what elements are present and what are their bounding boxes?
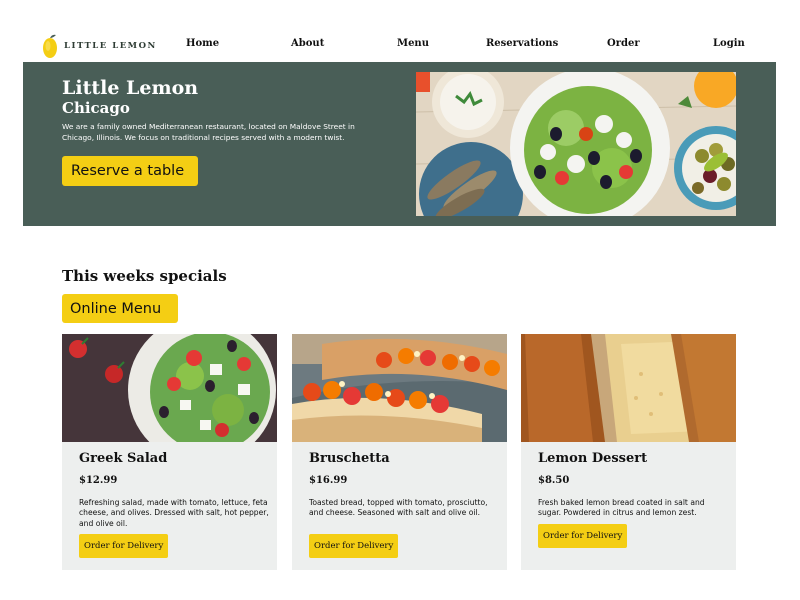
card-price: $12.99 (79, 475, 118, 486)
logo[interactable]: LITTLE LEMON (42, 33, 157, 59)
greek-salad-image (62, 334, 277, 442)
card-description: Toasted bread, topped with tomato, prosc… (309, 498, 488, 518)
hero-subtitle: Chicago (62, 99, 130, 117)
hero-description: We are a family owned Mediterranean rest… (62, 122, 355, 142)
online-menu-button[interactable]: Online Menu (62, 294, 178, 323)
logo-text: LITTLE LEMON (64, 41, 157, 51)
nav-order[interactable]: Order (607, 38, 640, 49)
order-for-delivery-button[interactable]: Order for Delivery (538, 524, 628, 548)
card-description: Refreshing salad, made with tomato, lett… (79, 498, 269, 528)
lemon-logo-icon (43, 34, 57, 58)
special-card-lemon-dessert: Lemon Dessert $8.50 Fresh baked lemon br… (521, 334, 736, 570)
card-title: Bruschetta (309, 451, 390, 466)
card-title: Greek Salad (79, 451, 168, 466)
top-navigation: LITTLE LEMON Home About Menu Reservation… (0, 28, 800, 62)
special-card-bruschetta: Bruschetta $16.99 Toasted bread, topped … (292, 334, 507, 570)
card-title: Lemon Dessert (538, 451, 648, 466)
card-price: $8.50 (538, 475, 570, 486)
hero-food-image (416, 72, 736, 216)
card-description: Fresh baked lemon bread coated in salt a… (538, 498, 705, 518)
nav-menu[interactable]: Menu (397, 38, 429, 49)
bruschetta-image (292, 334, 507, 442)
card-price: $16.99 (309, 475, 348, 486)
hero-section: Little Lemon Chicago We are a family own… (23, 62, 776, 226)
nav-login[interactable]: Login (713, 38, 745, 49)
nav-about[interactable]: About (291, 38, 324, 49)
lemon-dessert-image (521, 334, 736, 442)
order-for-delivery-button[interactable]: Order for Delivery (309, 534, 399, 558)
specials-heading: This weeks specials (62, 267, 227, 285)
nav-home[interactable]: Home (186, 38, 219, 49)
order-for-delivery-button[interactable]: Order for Delivery (79, 534, 169, 558)
reserve-table-button[interactable]: Reserve a table (62, 156, 198, 186)
special-card-greek-salad: Greek Salad $12.99 Refreshing salad, mad… (62, 334, 277, 570)
hero-title: Little Lemon (62, 77, 199, 99)
nav-reservations[interactable]: Reservations (486, 38, 558, 49)
